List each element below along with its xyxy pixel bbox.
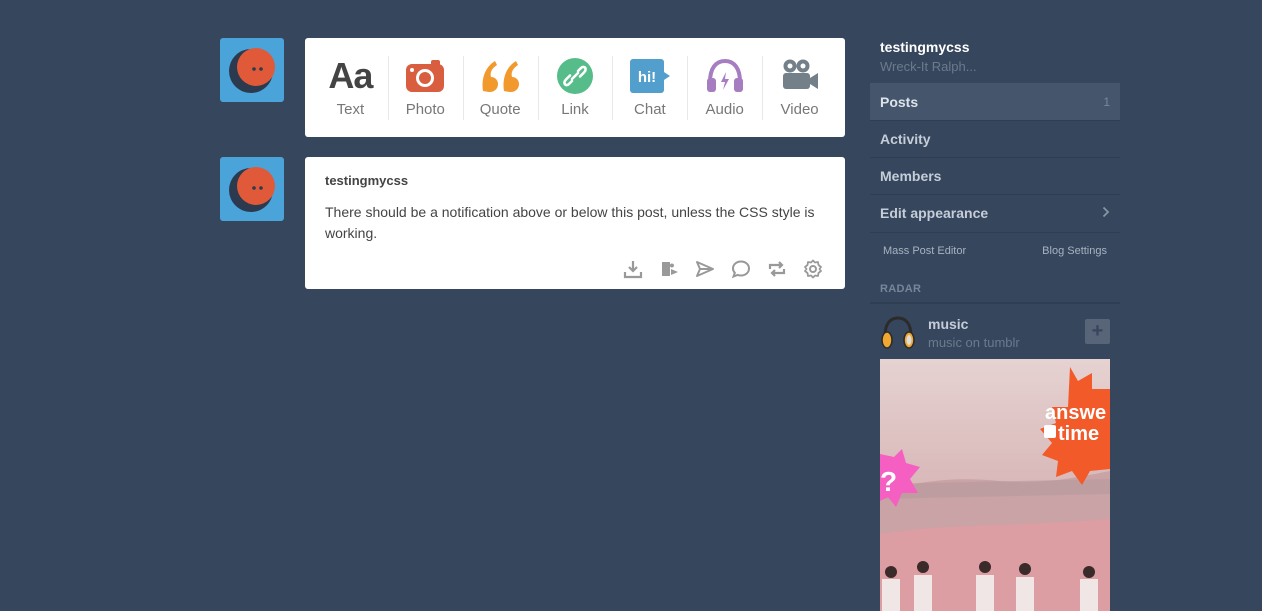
post-type-label: Quote [479,101,521,118]
reply-icon[interactable] [731,259,751,279]
sidebar-item-label: Edit appearance [880,205,989,221]
radar-blog-name[interactable]: music [928,316,968,332]
blog-description: Wreck-It Ralph... [880,59,977,74]
post-author-avatar[interactable] [220,157,284,221]
chat-icon: hi! [629,56,671,96]
image-text-answe: answe [1045,402,1106,424]
post-type-audio[interactable]: Audio [687,38,762,137]
post-type-chat[interactable]: hi! Chat [612,38,687,137]
post-type-label: Text [336,101,365,118]
post-type-label: Video [780,101,819,118]
sidebar-item-label: Activity [880,131,931,147]
blog-menu: Posts 1 Activity Members Edit appearance [870,83,1120,231]
post-type-photo[interactable]: Photo [387,38,463,137]
divider [870,302,1120,304]
camera-icon [405,56,445,96]
blog-settings-link[interactable]: Blog Settings [1042,245,1107,257]
chevron-right-icon [1102,205,1110,221]
user-avatar[interactable] [220,38,284,102]
image-text-time: time [1058,423,1099,445]
sidebar-item-edit-appearance[interactable]: Edit appearance [870,194,1120,231]
gear-icon[interactable] [803,259,823,279]
sidebar-item-members[interactable]: Members [870,157,1120,194]
post-type-label: Photo [405,101,445,118]
post-type-label: Audio [705,101,744,118]
send-icon[interactable] [695,259,715,279]
post-type-label: Link [561,101,589,118]
radar-post-image[interactable]: answe time ? [880,359,1110,611]
svg-text:hi!: hi! [638,69,656,86]
post-body: There should be a notification above or … [325,204,815,241]
blog-sublinks: Mass Post Editor Blog Settings [870,232,1120,269]
sidebar-item-label: Members [880,168,942,184]
post-author[interactable]: testingmycss [325,173,825,188]
video-camera-icon [780,56,820,96]
post-type-bar: Aa Text Photo Quote Link hi! Chat Audio … [305,38,845,137]
quote-icon [479,56,521,96]
sidebar-item-posts[interactable]: Posts 1 [870,83,1120,120]
post-type-text[interactable]: Aa Text [313,38,388,137]
radar-blog-description: music on tumblr [928,335,1020,350]
follow-button[interactable]: + [1085,319,1110,344]
download-icon[interactable] [623,259,643,279]
radar-blog-avatar[interactable] [880,314,916,350]
reblog-icon[interactable] [767,259,787,279]
post-type-label: Chat [634,101,666,118]
post-type-quote[interactable]: Quote [462,38,538,137]
sidebar-item-activity[interactable]: Activity [870,120,1120,157]
sidebar-item-label: Posts [880,94,919,110]
post-type-video[interactable]: Video [762,38,837,137]
link-icon [556,56,594,96]
radar-heading: RADAR [880,283,922,295]
posts-count: 1 [1103,95,1110,109]
post-card: testingmycss There should be a notificat… [305,157,845,289]
post-type-link[interactable]: Link [537,38,613,137]
headphones-icon [705,56,745,96]
mass-post-editor-link[interactable]: Mass Post Editor [883,245,966,257]
blog-name[interactable]: testingmycss [880,39,969,55]
image-text-question: ? [880,466,897,497]
text-icon: Aa [328,55,373,96]
post-actions [623,259,823,279]
puzzle-icon[interactable] [659,259,679,279]
